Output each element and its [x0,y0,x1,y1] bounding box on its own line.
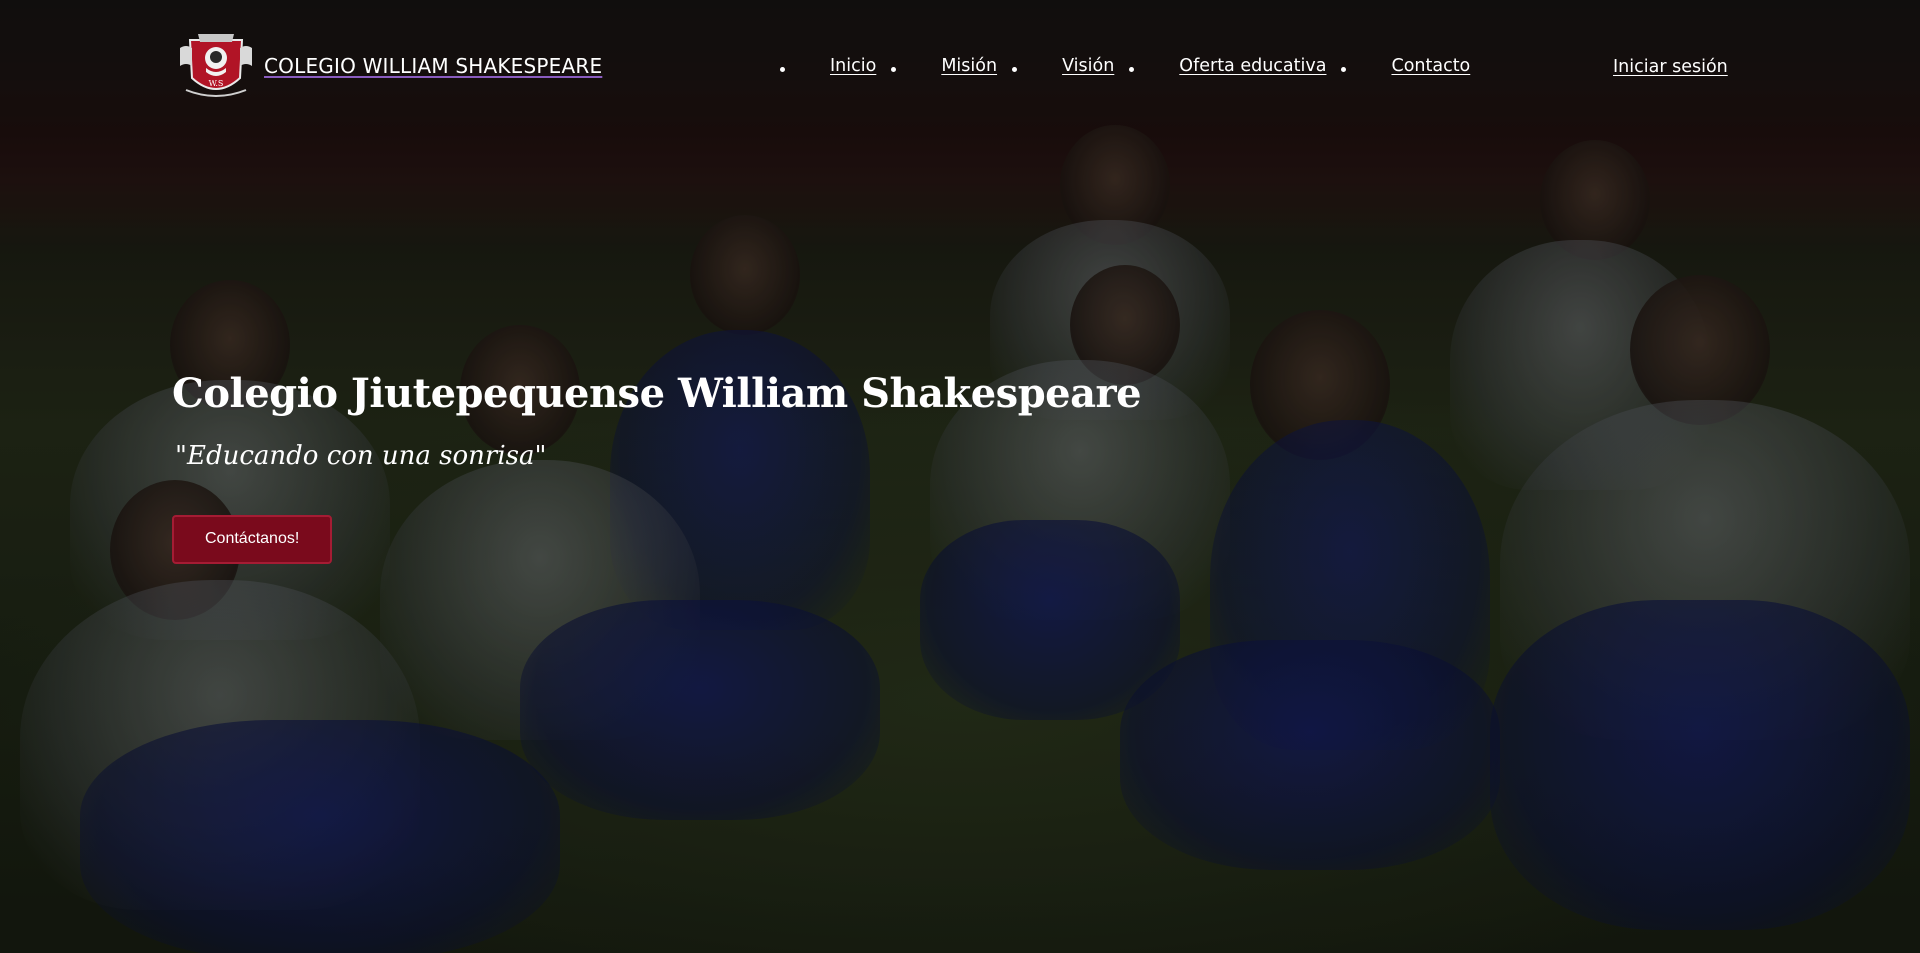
nav-item-inicio: Inicio [830,56,876,76]
nav-link-oferta-educativa[interactable]: Oferta educativa [1179,56,1326,76]
nav-item-contacto: Contacto [1391,56,1470,76]
nav-bullet [1341,57,1347,76]
nav-link-contacto[interactable]: Contacto [1391,56,1470,76]
brand-name: COLEGIO WILLIAM SHAKESPEARE [264,54,603,78]
nav-item-mision: Misión [941,56,997,76]
nav-link-inicio[interactable]: Inicio [830,56,876,76]
hero-slogan: "Educando con una sonrisa" [175,441,547,471]
svg-text:W.S: W.S [209,79,224,88]
navbar: W.S COLEGIO WILLIAM SHAKESPEARE Inicio M… [0,0,1920,136]
school-crest-icon: W.S [180,34,252,97]
nav-bullet [891,57,897,76]
brand-link[interactable]: W.S COLEGIO WILLIAM SHAKESPEARE [176,26,602,106]
nav-link-mision[interactable]: Misión [941,56,997,76]
nav-item-oferta-educativa: Oferta educativa [1179,56,1326,76]
contact-us-button[interactable]: Contáctanos! [172,515,333,564]
login-link[interactable]: Iniciar sesión [1613,57,1728,77]
nav-bullet [1012,57,1018,76]
nav-item-vision: Visión [1062,56,1114,76]
hero-title: Colegio Jiutepequense William Shakespear… [172,370,1142,417]
main-nav: Inicio Misión Visión Oferta educativa Co… [780,56,1470,76]
hero-content: Colegio Jiutepequense William Shakespear… [172,370,1142,564]
nav-bullet [1129,57,1135,76]
nav-bullet [780,57,785,76]
nav-link-vision[interactable]: Visión [1062,56,1114,76]
hero-section: W.S COLEGIO WILLIAM SHAKESPEARE Inicio M… [0,0,1920,953]
